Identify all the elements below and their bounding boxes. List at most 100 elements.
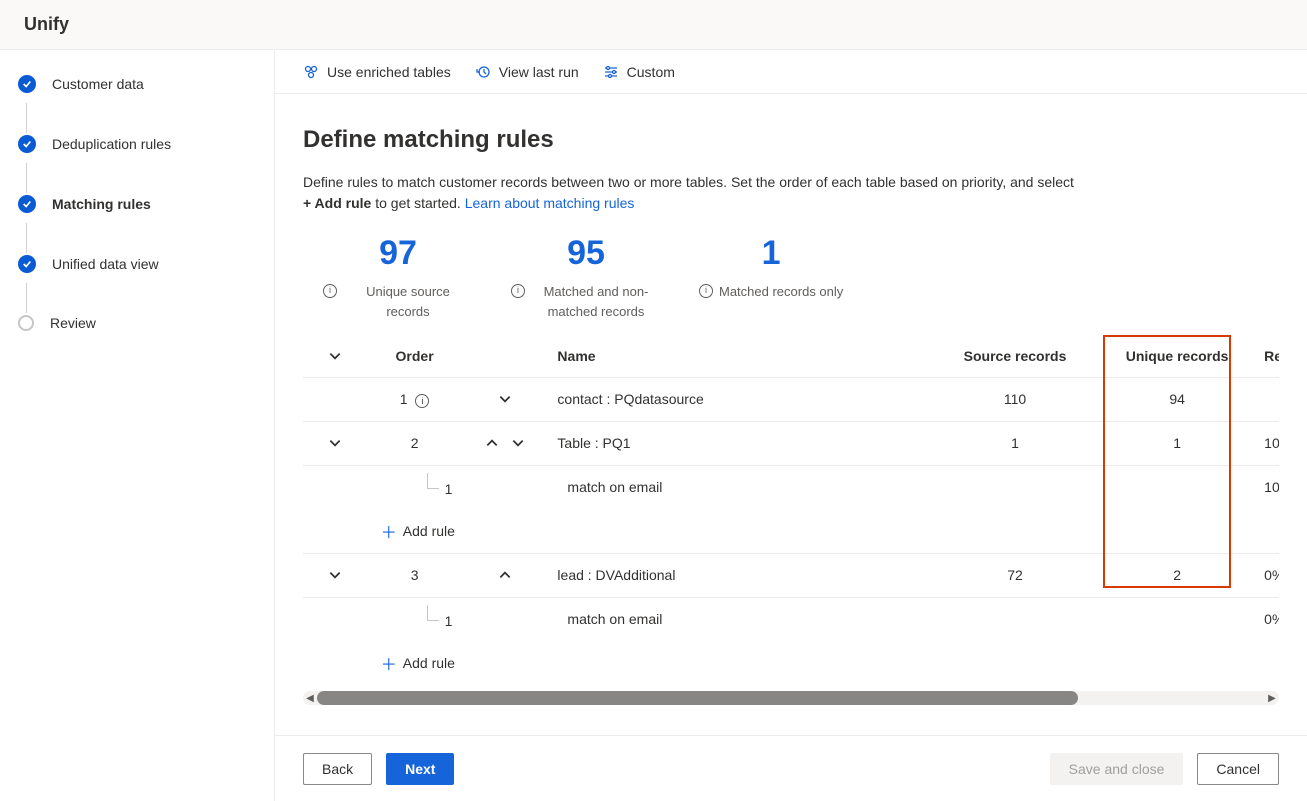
scroll-right-icon[interactable]: ▶	[1265, 691, 1279, 705]
footer: Back Next Save and close Cancel	[275, 735, 1307, 801]
row-order: 3	[367, 553, 463, 597]
stat-value: 97	[323, 236, 473, 270]
next-button[interactable]: Next	[386, 753, 454, 785]
chevron-down-icon[interactable]	[324, 432, 346, 454]
toolbar-label: Custom	[627, 64, 675, 80]
stat-label: Matched and non-matched records	[531, 282, 661, 321]
row-unique: 94	[1100, 377, 1254, 421]
step-unified-data-view[interactable]: Unified data view	[12, 255, 262, 273]
table-row[interactable]: 3 lead : DVAdditional 72 2 0% matche	[303, 553, 1279, 597]
chevron-up-icon[interactable]	[481, 432, 503, 454]
step-customer-data[interactable]: Customer data	[12, 75, 262, 93]
rule-order: 1	[445, 613, 453, 629]
check-icon	[18, 195, 36, 213]
stat-matched-nonmatched: 95 i Matched and non-matched records	[511, 236, 661, 321]
step-label: Unified data view	[52, 256, 159, 272]
add-rule-button[interactable]: ＋Add rule	[381, 519, 1279, 543]
col-header-order[interactable]: Order	[367, 335, 463, 377]
row-unique: 1	[1100, 421, 1254, 465]
chevron-down-icon[interactable]	[324, 345, 346, 367]
table-row-rule[interactable]: 1 match on email 0%	[303, 597, 1279, 641]
row-source: 110	[930, 377, 1100, 421]
row-match: 100.0%	[1254, 465, 1279, 509]
row-name: lead : DVAdditional	[547, 553, 930, 597]
row-source: 72	[930, 553, 1100, 597]
toolbar-label: Use enriched tables	[327, 64, 451, 80]
table-row[interactable]: 1 i contact : PQdatasource 110 94	[303, 377, 1279, 421]
save-and-close-button: Save and close	[1050, 753, 1184, 785]
stat-unique-source: 97 i Unique source records	[323, 236, 473, 321]
chevron-down-icon[interactable]	[494, 388, 516, 410]
row-source: 1	[930, 421, 1100, 465]
add-rule-button[interactable]: ＋Add rule	[381, 651, 1279, 675]
app-title: Unify	[24, 14, 69, 35]
stat-matched-only: 1 i Matched records only	[699, 236, 843, 321]
stats-row: 97 i Unique source records 95 i Matched an…	[323, 236, 1279, 321]
rules-table: Order Name Source records Unique records…	[303, 335, 1279, 685]
header-bar: Unify	[0, 0, 1307, 50]
scroll-left-icon[interactable]: ◀	[303, 691, 317, 705]
table-row-rule[interactable]: 1 match on email 100.0%	[303, 465, 1279, 509]
scrollbar-thumb[interactable]	[317, 691, 1078, 705]
toolbar: Use enriched tables View last run Custom	[275, 50, 1307, 94]
learn-link[interactable]: Learn about matching rules	[465, 195, 635, 211]
row-name: Table : PQ1	[547, 421, 930, 465]
rule-name: match on email	[547, 597, 930, 641]
col-header-name[interactable]: Name	[547, 335, 930, 377]
custom-button[interactable]: Custom	[603, 64, 675, 80]
step-label: Deduplication rules	[52, 136, 171, 152]
row-order: 1	[400, 391, 408, 407]
info-icon[interactable]: i	[699, 284, 713, 298]
chevron-up-icon[interactable]	[494, 564, 516, 586]
table-row-add: ＋Add rule	[303, 641, 1279, 685]
chevron-down-icon[interactable]	[324, 564, 346, 586]
row-match	[1254, 377, 1279, 421]
stat-value: 95	[511, 236, 661, 270]
cancel-button[interactable]: Cancel	[1197, 753, 1279, 785]
use-enriched-tables-button[interactable]: Use enriched tables	[303, 64, 451, 80]
info-icon[interactable]: i	[415, 394, 429, 408]
plus-icon: ＋	[381, 519, 397, 543]
row-match: 0% matche	[1254, 553, 1279, 597]
table-row[interactable]: 2 Table : PQ1 1 1 100.0% mat	[303, 421, 1279, 465]
row-match: 100.0% mat	[1254, 421, 1279, 465]
toolbar-label: View last run	[499, 64, 579, 80]
view-last-run-button[interactable]: View last run	[475, 64, 579, 80]
back-button[interactable]: Back	[303, 753, 372, 785]
stat-label: Matched records only	[719, 282, 843, 302]
step-label: Review	[50, 315, 96, 331]
step-matching-rules[interactable]: Matching rules	[12, 195, 262, 213]
history-icon	[475, 64, 491, 80]
rule-order: 1	[445, 481, 453, 497]
col-header-matched[interactable]: Records ma	[1254, 335, 1279, 377]
plus-icon: ＋	[381, 651, 397, 675]
col-header-source[interactable]: Source records	[930, 335, 1100, 377]
step-label: Customer data	[52, 76, 144, 92]
circle-icon	[18, 315, 34, 331]
step-deduplication[interactable]: Deduplication rules	[12, 135, 262, 153]
page-subtext: Define rules to match customer records b…	[303, 172, 1083, 214]
col-header-toggle[interactable]	[303, 335, 367, 377]
check-icon	[18, 75, 36, 93]
horizontal-scrollbar[interactable]: ◀ ▶	[303, 691, 1279, 705]
rules-table-wrap: Order Name Source records Unique records…	[303, 335, 1279, 705]
step-label: Matching rules	[52, 196, 151, 212]
info-icon[interactable]: i	[323, 284, 337, 298]
stat-value: 1	[699, 236, 843, 270]
row-name: contact : PQdatasource	[547, 377, 930, 421]
info-icon[interactable]: i	[511, 284, 525, 298]
table-row-add: ＋Add rule	[303, 509, 1279, 553]
check-icon	[18, 135, 36, 153]
row-match: 0%	[1254, 597, 1279, 641]
col-header-unique[interactable]: Unique records	[1100, 335, 1254, 377]
row-order: 2	[367, 421, 463, 465]
chevron-down-icon[interactable]	[507, 432, 529, 454]
sidebar: Customer data Deduplication rules Matchi…	[0, 50, 275, 801]
step-review[interactable]: Review	[12, 315, 262, 331]
enriched-icon	[303, 64, 319, 80]
rule-name: match on email	[547, 465, 930, 509]
stat-label: Unique source records	[343, 282, 473, 321]
check-icon	[18, 255, 36, 273]
sliders-icon	[603, 64, 619, 80]
row-unique: 2	[1100, 553, 1254, 597]
